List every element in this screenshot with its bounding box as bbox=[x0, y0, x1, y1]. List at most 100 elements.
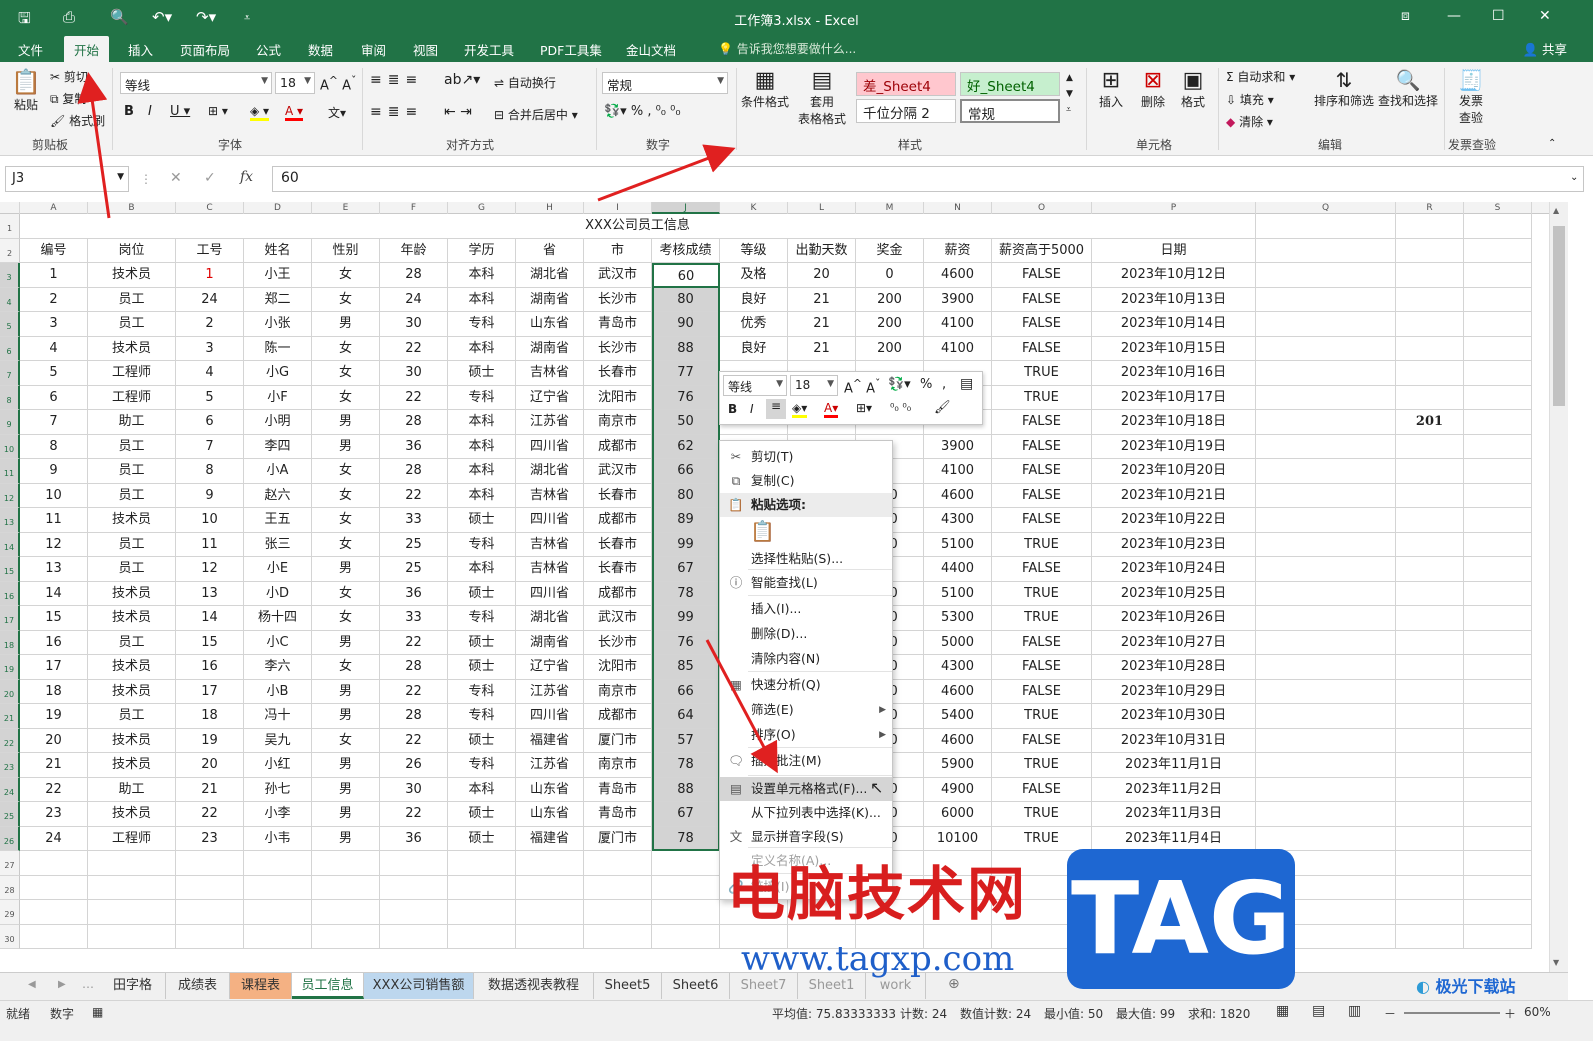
column-header-c[interactable]: C bbox=[176, 202, 244, 214]
close-icon[interactable]: ✕ bbox=[1539, 8, 1551, 24]
table-cell[interactable]: 小王 bbox=[244, 263, 312, 288]
row-header[interactable]: 26 bbox=[0, 826, 20, 851]
table-cell[interactable] bbox=[1464, 655, 1532, 680]
clear-button[interactable]: ◆ 清除 ▾ bbox=[1226, 113, 1273, 130]
merge-center-button[interactable]: ⊟ 合并后居中 ▾ bbox=[494, 106, 578, 123]
score-cell[interactable]: 89 bbox=[652, 508, 720, 533]
enter-icon[interactable]: ✓ bbox=[204, 170, 216, 186]
scroll-thumb[interactable] bbox=[1553, 226, 1565, 406]
row-header[interactable]: 11 bbox=[0, 459, 20, 484]
table-cell[interactable]: 2 bbox=[176, 312, 244, 337]
table-cell[interactable]: 21 bbox=[20, 753, 88, 778]
menu-item[interactable]: 筛选(E) ▶ bbox=[720, 698, 892, 722]
table-cell[interactable]: 2023年10月26日 bbox=[1092, 606, 1256, 631]
table-cell[interactable] bbox=[1396, 287, 1464, 312]
formula-input[interactable]: 60 bbox=[272, 166, 1584, 192]
score-cell[interactable]: 99 bbox=[652, 532, 720, 557]
table-cell[interactable]: 36 bbox=[380, 434, 448, 459]
empty-cell[interactable] bbox=[1256, 214, 1396, 239]
table-cell[interactable]: 本科 bbox=[448, 287, 516, 312]
table-cell[interactable]: 武汉市 bbox=[584, 459, 652, 484]
table-cell[interactable]: TRUE bbox=[992, 606, 1092, 631]
menu-item[interactable]: ▦ 快速分析(Q) bbox=[720, 673, 892, 697]
table-cell[interactable]: 11 bbox=[176, 532, 244, 557]
table-cell[interactable]: 21 bbox=[176, 777, 244, 802]
table-cell[interactable]: 技术员 bbox=[88, 508, 176, 533]
empty-cell[interactable] bbox=[20, 924, 88, 949]
table-cell[interactable]: 湖北省 bbox=[516, 459, 584, 484]
empty-cell[interactable] bbox=[652, 875, 720, 900]
table-cell[interactable]: 24 bbox=[20, 826, 88, 851]
delete-cells-button[interactable]: ⊠ 删除 bbox=[1136, 68, 1170, 110]
column-label[interactable]: 性别 bbox=[312, 238, 380, 263]
table-cell[interactable] bbox=[1396, 606, 1464, 631]
mini-percent-icon[interactable]: % bbox=[920, 377, 932, 392]
tab-formulas[interactable]: 公式 bbox=[256, 40, 281, 59]
table-cell[interactable]: 硕士 bbox=[448, 826, 516, 851]
tab-developer[interactable]: 开发工具 bbox=[464, 40, 514, 59]
table-cell[interactable]: 4900 bbox=[924, 777, 992, 802]
row-header[interactable]: 30 bbox=[0, 924, 20, 949]
table-cell[interactable]: 22 bbox=[380, 630, 448, 655]
table-cell[interactable]: 2023年10月21日 bbox=[1092, 483, 1256, 508]
table-cell[interactable] bbox=[1256, 263, 1396, 288]
table-cell[interactable]: 小A bbox=[244, 459, 312, 484]
tab-pdf-tools[interactable]: PDF工具集 bbox=[540, 40, 602, 59]
table-cell[interactable]: 长春市 bbox=[584, 483, 652, 508]
row-header[interactable]: 1 bbox=[0, 214, 20, 239]
mini-italic-icon[interactable]: I bbox=[750, 402, 754, 416]
table-cell[interactable]: 女 bbox=[312, 287, 380, 312]
table-cell[interactable]: 助工 bbox=[88, 777, 176, 802]
table-cell[interactable] bbox=[1464, 606, 1532, 631]
row-header[interactable]: 21 bbox=[0, 704, 20, 729]
empty-cell[interactable] bbox=[516, 924, 584, 949]
table-cell[interactable]: 长春市 bbox=[584, 361, 652, 386]
row-header[interactable]: 2 bbox=[0, 238, 20, 263]
table-cell[interactable]: 工程师 bbox=[88, 385, 176, 410]
table-cell[interactable]: 2023年10月18日 bbox=[1092, 410, 1256, 435]
table-cell[interactable]: 吉林省 bbox=[516, 532, 584, 557]
invoice-check-button[interactable]: 🧾 发票 查验 bbox=[1450, 68, 1492, 126]
table-cell[interactable]: 吉林省 bbox=[516, 483, 584, 508]
fill-button[interactable]: ⇩ 填充 ▾ bbox=[1226, 91, 1274, 108]
expand-formula-icon[interactable]: ⌄ bbox=[1570, 172, 1578, 183]
table-cell[interactable]: 18 bbox=[20, 679, 88, 704]
table-cell[interactable]: 4100 bbox=[924, 312, 992, 337]
table-cell[interactable]: 4100 bbox=[924, 459, 992, 484]
table-cell[interactable]: FALSE bbox=[992, 434, 1092, 459]
table-cell[interactable]: 2023年10月16日 bbox=[1092, 361, 1256, 386]
mini-font-combo[interactable]: 等线 ▼ bbox=[723, 375, 787, 396]
sheet-tab[interactable]: 员工信息 bbox=[292, 973, 364, 999]
column-label[interactable] bbox=[1464, 238, 1532, 263]
row-header[interactable]: 22 bbox=[0, 728, 20, 753]
menu-item[interactable]: 从下拉列表中选择(K)... bbox=[720, 801, 892, 825]
table-cell[interactable]: 2023年10月28日 bbox=[1092, 655, 1256, 680]
column-label[interactable]: 等级 bbox=[720, 238, 788, 263]
column-label[interactable]: 奖金 bbox=[856, 238, 924, 263]
row-header[interactable]: 19 bbox=[0, 655, 20, 680]
table-cell[interactable]: 男 bbox=[312, 557, 380, 582]
table-cell[interactable]: 硕士 bbox=[448, 802, 516, 827]
font-name-combo[interactable]: 等线 ▼ bbox=[120, 72, 272, 94]
empty-cell[interactable] bbox=[652, 851, 720, 876]
table-cell[interactable]: 专科 bbox=[448, 753, 516, 778]
table-cell[interactable]: 5400 bbox=[924, 704, 992, 729]
table-cell[interactable]: 3900 bbox=[924, 287, 992, 312]
table-cell[interactable]: 员工 bbox=[88, 434, 176, 459]
menu-item[interactable]: 删除(D)... bbox=[720, 622, 892, 646]
table-cell[interactable] bbox=[1256, 434, 1396, 459]
empty-cell[interactable] bbox=[380, 924, 448, 949]
table-cell[interactable]: 良好 bbox=[720, 336, 788, 361]
table-cell[interactable]: 3900 bbox=[924, 434, 992, 459]
table-cell[interactable]: 女 bbox=[312, 606, 380, 631]
mini-decimal-icon[interactable]: ⁰₀ ⁰₀ bbox=[890, 401, 911, 414]
table-cell[interactable] bbox=[1256, 704, 1396, 729]
table-cell[interactable]: 22 bbox=[380, 728, 448, 753]
table-cell[interactable]: 良好 bbox=[720, 287, 788, 312]
row-header[interactable]: 14 bbox=[0, 532, 20, 557]
mini-fill-color-icon[interactable]: ◈▾ bbox=[792, 401, 808, 418]
table-cell[interactable] bbox=[1464, 312, 1532, 337]
table-cell[interactable]: 青岛市 bbox=[584, 777, 652, 802]
row-header[interactable]: 13 bbox=[0, 508, 20, 533]
sheet-tab[interactable]: Sheet6 bbox=[662, 973, 730, 999]
